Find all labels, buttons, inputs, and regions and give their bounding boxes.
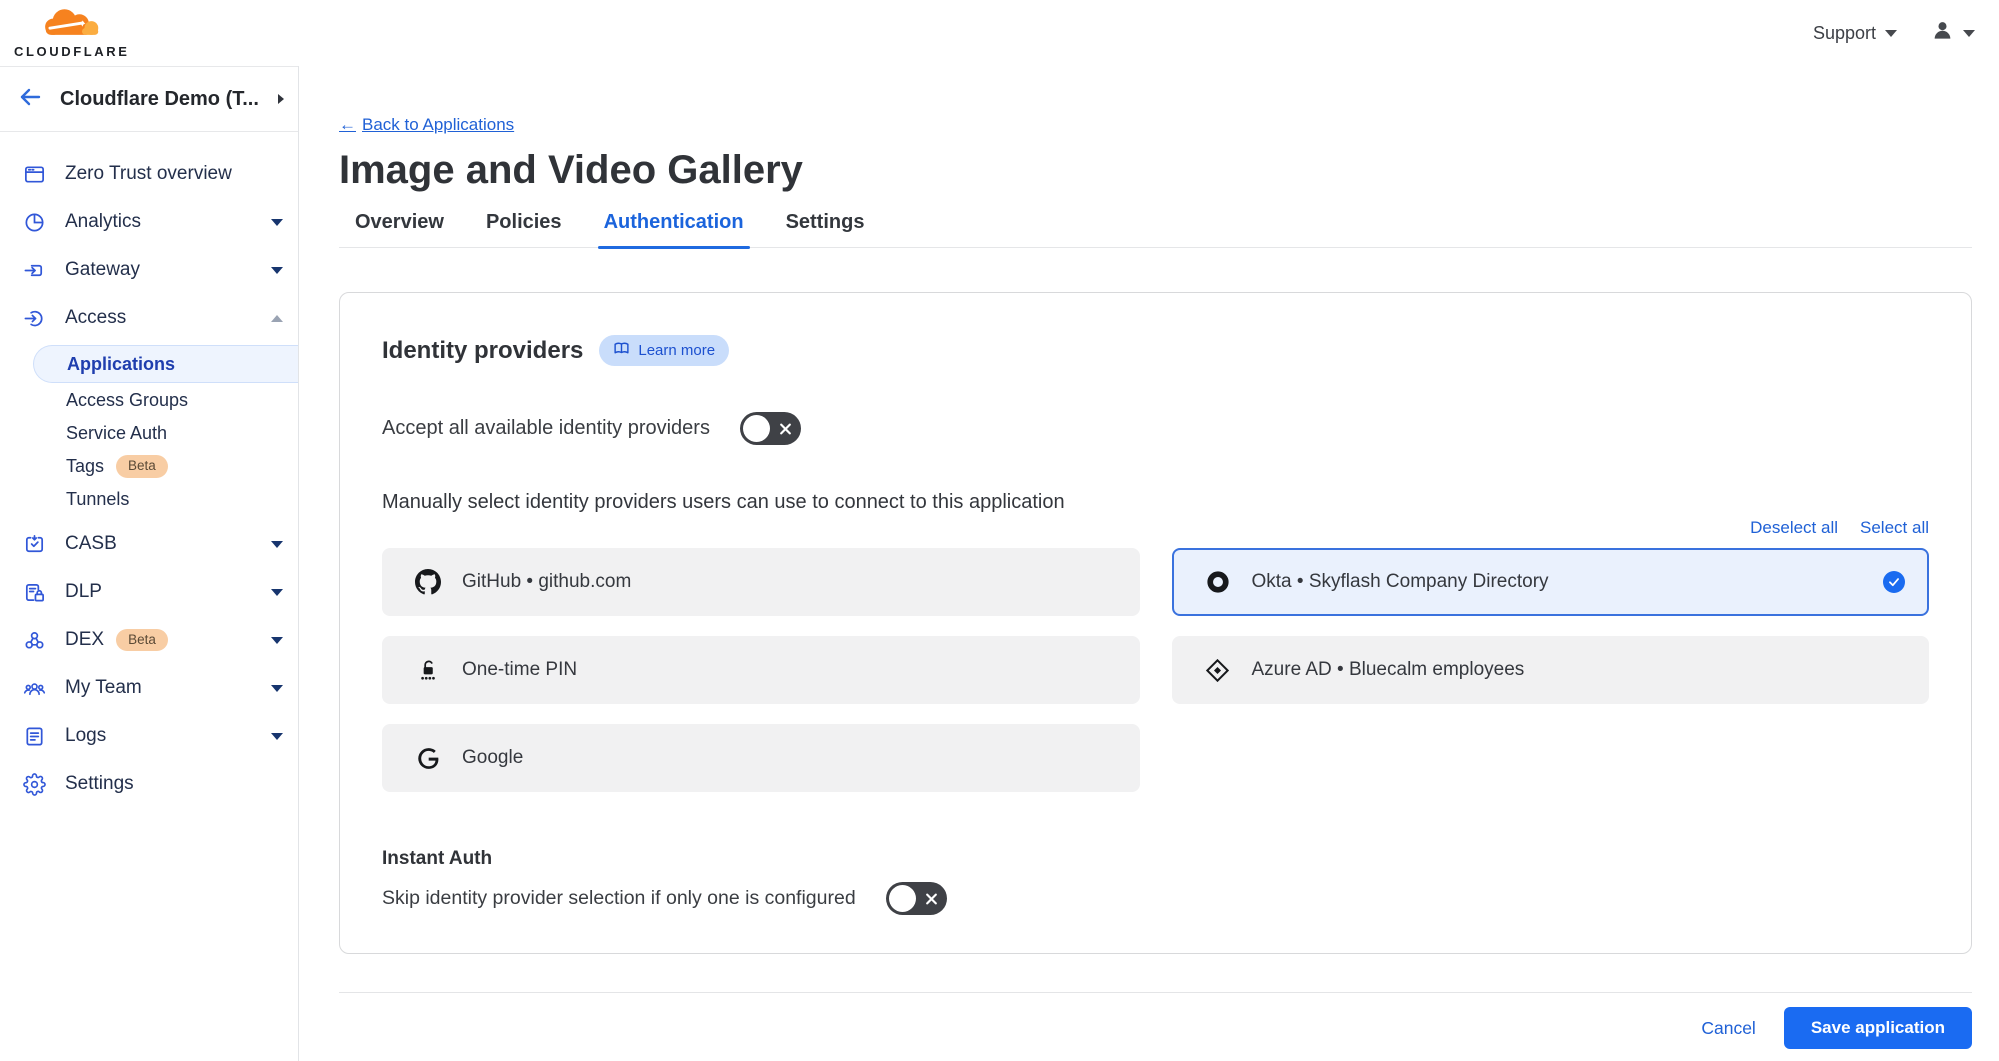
chevron-up-icon [271, 315, 283, 322]
support-label: Support [1813, 23, 1876, 44]
chevron-down-icon [271, 733, 283, 740]
provider-tile-azure-ad[interactable]: Azure AD • Bluecalm employees [1172, 636, 1930, 704]
cloudflare-cloud-icon [40, 8, 104, 43]
chevron-down-icon [271, 685, 283, 692]
sidebar-item-settings[interactable]: Settings [0, 760, 298, 808]
sidebar-item-my-team[interactable]: My Team [0, 664, 298, 712]
sidebar: Cloudflare Demo (T... Zero Trust overvie… [0, 66, 299, 1061]
one-time-pin-icon [414, 656, 442, 684]
cloudflare-logo[interactable]: CLOUDFLARE [14, 8, 130, 59]
tab-bar: Overview Policies Authentication Setting… [339, 211, 1972, 248]
sidebar-item-analytics[interactable]: Analytics [0, 198, 298, 246]
okta-icon [1204, 568, 1232, 596]
sidebar-account-header[interactable]: Cloudflare Demo (T... [0, 66, 298, 132]
provider-tile-one-time-pin[interactable]: One-time PIN [382, 636, 1140, 704]
chevron-down-icon [1885, 30, 1897, 37]
accept-all-label: Accept all available identity providers [382, 417, 710, 440]
page-title: Image and Video Gallery [339, 147, 1972, 193]
my-team-icon [22, 676, 46, 700]
provider-tile-github[interactable]: GitHub • github.com [382, 548, 1140, 616]
sidebar-item-casb[interactable]: CASB [0, 520, 298, 568]
back-arrow-icon[interactable] [18, 85, 42, 114]
access-subnav: Applications Access Groups Service Auth … [0, 342, 298, 520]
save-application-button[interactable]: Save application [1784, 1007, 1972, 1049]
azure-ad-icon [1204, 656, 1232, 684]
settings-gear-icon [22, 772, 46, 796]
learn-more-badge[interactable]: Learn more [599, 335, 729, 366]
sidebar-item-service-auth[interactable]: Service Auth [0, 417, 298, 450]
google-icon [414, 744, 442, 772]
sidebar-item-tunnels[interactable]: Tunnels [0, 483, 298, 516]
gateway-icon [22, 258, 46, 282]
sidebar-item-gateway[interactable]: Gateway [0, 246, 298, 294]
provider-tile-google[interactable]: Google [382, 724, 1140, 792]
tab-overview[interactable]: Overview [355, 211, 444, 247]
toggle-knob [743, 415, 770, 442]
toggle-x-icon [925, 892, 938, 905]
footer-actions: Cancel Save application [339, 1007, 1972, 1049]
instant-auth-heading: Instant Auth [382, 848, 1929, 870]
dex-icon [22, 628, 46, 652]
footer-divider [339, 992, 1972, 993]
dlp-icon [22, 580, 46, 604]
topbar: CLOUDFLARE Support [0, 0, 1999, 66]
sidebar-nav: Zero Trust overview Analytics [0, 132, 298, 808]
main-content: ← Back to Applications Image and Video G… [299, 66, 1999, 1061]
providers-grid: GitHub • github.com Okta • Skyflash Comp… [382, 548, 1929, 792]
tab-policies[interactable]: Policies [486, 211, 562, 247]
analytics-icon [22, 210, 46, 234]
book-icon [613, 340, 630, 361]
beta-badge: Beta [116, 455, 168, 477]
support-menu[interactable]: Support [1813, 23, 1897, 44]
chevron-down-icon [271, 219, 283, 226]
sidebar-item-access[interactable]: Access [0, 294, 298, 342]
sidebar-item-dlp[interactable]: DLP [0, 568, 298, 616]
accept-all-toggle[interactable] [740, 412, 801, 445]
back-to-applications-link[interactable]: ← Back to Applications [339, 115, 514, 135]
selected-check-icon [1883, 571, 1905, 593]
sidebar-item-zero-trust-overview[interactable]: Zero Trust overview [0, 150, 298, 198]
sidebar-item-access-groups[interactable]: Access Groups [0, 384, 298, 417]
identity-providers-heading: Identity providers [382, 337, 583, 365]
cloudflare-wordmark: CLOUDFLARE [14, 44, 130, 59]
user-icon [1931, 19, 1954, 47]
instant-auth-label: Skip identity provider selection if only… [382, 887, 856, 910]
chevron-down-icon [1963, 30, 1975, 37]
chevron-down-icon [271, 267, 283, 274]
toggle-x-icon [779, 422, 792, 435]
left-arrow-icon: ← [339, 115, 356, 135]
identity-providers-card: Identity providers Learn more Accept all… [339, 292, 1972, 954]
manual-select-text: Manually select identity providers users… [382, 491, 1929, 514]
sidebar-item-tags[interactable]: Tags Beta [0, 450, 298, 483]
overview-icon [22, 162, 46, 186]
provider-tile-okta[interactable]: Okta • Skyflash Company Directory [1172, 548, 1930, 616]
cancel-button[interactable]: Cancel [1701, 1018, 1755, 1039]
deselect-all-link[interactable]: Deselect all [1750, 518, 1838, 538]
account-name: Cloudflare Demo (T... [60, 88, 260, 111]
select-all-link[interactable]: Select all [1860, 518, 1929, 538]
sidebar-item-logs[interactable]: Logs [0, 712, 298, 760]
toggle-knob [889, 885, 916, 912]
expand-right-icon[interactable] [278, 94, 284, 104]
user-menu[interactable] [1931, 19, 1975, 47]
chevron-down-icon [271, 637, 283, 644]
chevron-down-icon [271, 589, 283, 596]
casb-icon [22, 532, 46, 556]
logs-icon [22, 724, 46, 748]
tab-settings[interactable]: Settings [786, 211, 865, 247]
instant-auth-toggle[interactable] [886, 882, 947, 915]
tab-authentication[interactable]: Authentication [604, 211, 744, 247]
sidebar-item-applications[interactable]: Applications [33, 345, 298, 383]
beta-badge: Beta [116, 629, 168, 651]
github-icon [414, 568, 442, 596]
chevron-down-icon [271, 541, 283, 548]
access-icon [22, 306, 46, 330]
sidebar-item-dex[interactable]: DEX Beta [0, 616, 298, 664]
